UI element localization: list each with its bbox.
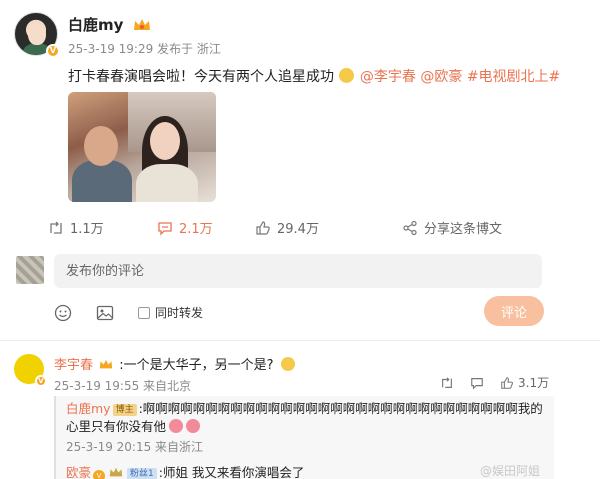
comment-input[interactable] — [54, 254, 542, 288]
commenter-avatar[interactable]: V — [14, 354, 47, 387]
emoji-picker-icon[interactable] — [54, 304, 72, 322]
reply-list: 白鹿my 博主:啊啊啊啊啊啊啊啊啊啊啊啊啊啊啊啊啊啊啊啊啊啊啊啊啊啊啊啊啊啊我的心… — [54, 396, 554, 479]
verified-badge-icon: V — [46, 44, 60, 58]
heart-eyes-emoji-icon — [186, 419, 201, 433]
repost-checkbox-label: 同时转发 — [155, 306, 204, 320]
image-upload-icon[interactable] — [96, 304, 114, 322]
reply-item: 欧豪 V 粉丝1:师姐 我又来看你演唱会了 — [66, 462, 304, 479]
comment-body: 李宇春 :一个是大华子，另一个是? — [54, 354, 295, 373]
submit-comment-button[interactable]: 评论 — [484, 296, 544, 326]
crown-icon — [109, 467, 123, 477]
comment-button[interactable]: 2.1万 — [157, 218, 213, 237]
post-actions: 1.1万 2.1万 29.4万 分享这条博文 — [0, 214, 600, 242]
comment-like-count: 3.1万 — [518, 376, 550, 390]
commenter-name[interactable]: 李宇春 — [54, 358, 93, 373]
post-author-name[interactable]: 白鹿my — [68, 16, 123, 34]
reply-meta: 25-3-19 20:15 来自浙江 — [66, 440, 204, 454]
thumbs-up-icon — [501, 376, 513, 389]
share-icon — [403, 220, 417, 235]
verified-badge-icon: V — [93, 470, 106, 479]
comment-meta: 25-3-19 19:55 来自北京 — [54, 379, 192, 393]
crown-icon — [133, 19, 150, 30]
reply-author[interactable]: 白鹿my — [66, 401, 111, 416]
comment-icon[interactable] — [470, 376, 484, 390]
fan-badge: 粉丝1 — [127, 468, 157, 479]
emoji-icon — [339, 68, 355, 83]
checkbox-box[interactable] — [138, 306, 150, 319]
author-avatar[interactable]: V — [14, 12, 60, 58]
share-label: 分享这条博文 — [424, 222, 503, 237]
hashtag-beishang[interactable]: #电视剧北上# — [467, 69, 560, 85]
share-button[interactable]: 分享这条博文 — [402, 218, 502, 237]
post-photo[interactable] — [68, 92, 216, 202]
watermark: @娱田阿姐 — [480, 464, 541, 478]
post-author[interactable]: 白鹿my — [68, 14, 151, 35]
mention-li-yuchun[interactable]: @李宇春 — [360, 69, 416, 85]
crown-icon — [99, 359, 113, 369]
comment-icon — [158, 221, 172, 236]
like-button[interactable]: 29.4万 — [255, 218, 319, 237]
divider — [0, 340, 600, 341]
comment-like-button[interactable]: 3.1万 — [500, 374, 549, 391]
repost-count: 1.1万 — [70, 222, 104, 237]
reply-text: :啊啊啊啊啊啊啊啊啊啊啊啊啊啊啊啊啊啊啊啊啊啊啊啊啊啊啊啊啊啊我的心里只有你没有… — [66, 401, 543, 434]
verified-badge-icon: V — [35, 375, 47, 387]
repost-button[interactable]: 1.1万 — [48, 218, 104, 237]
emoji-icon — [280, 357, 295, 371]
author-badge: 博主 — [112, 404, 137, 416]
reply-text: :师姐 我又来看你演唱会了 — [158, 465, 305, 479]
comment-actions: 3.1万 — [440, 374, 549, 391]
reply-item: 白鹿my 博主:啊啊啊啊啊啊啊啊啊啊啊啊啊啊啊啊啊啊啊啊啊啊啊啊啊啊啊啊啊啊我的心… — [66, 400, 546, 436]
post-text-line1: 打卡春春演唱会啦！今天有两个人追星成功 — [68, 69, 334, 85]
like-count: 29.4万 — [277, 222, 319, 237]
heart-eyes-emoji-icon — [169, 419, 184, 433]
thumbs-up-icon — [256, 220, 270, 235]
repost-checkbox[interactable]: 同时转发 — [138, 304, 203, 321]
mention-ou-hao[interactable]: @欧豪 — [420, 69, 462, 85]
repost-icon — [50, 221, 62, 234]
post-text: 打卡春春演唱会啦！今天有两个人追星成功 @李宇春 @欧豪 #电视剧北上# — [68, 66, 560, 86]
reply-author[interactable]: 欧豪 — [66, 465, 91, 479]
repost-icon[interactable] — [440, 376, 454, 390]
comment-text: :一个是大华子，另一个是? — [119, 358, 274, 373]
my-avatar — [16, 256, 44, 284]
post-meta: 25-3-19 19:29 发布于 浙江 — [68, 42, 221, 56]
comment-count: 2.1万 — [179, 222, 213, 237]
